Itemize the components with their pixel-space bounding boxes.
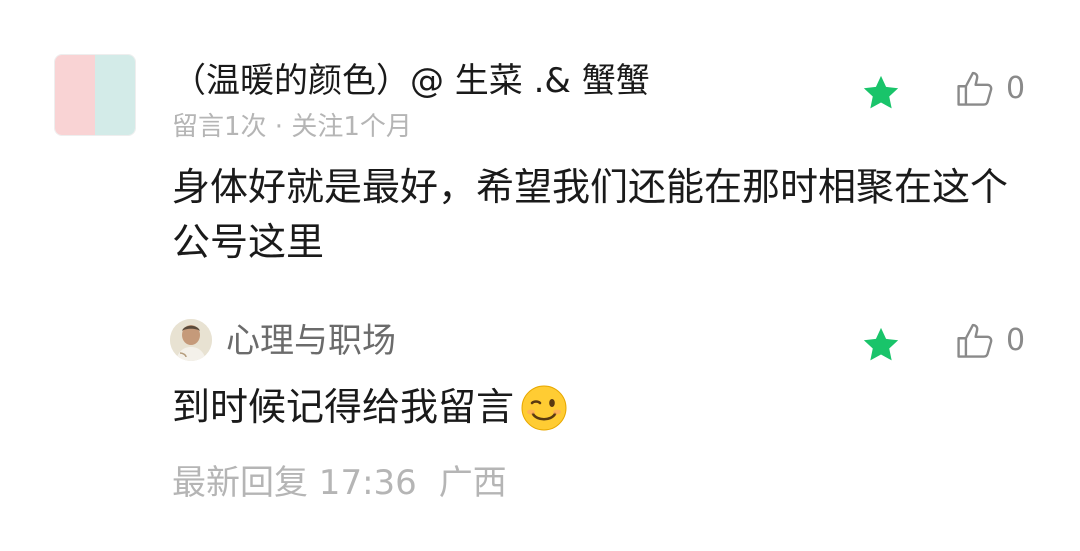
reply-author-name[interactable]: 心理与职场	[226, 318, 396, 364]
reply-text: 到时候记得给我留言	[172, 385, 515, 429]
avatar-left-block	[55, 55, 95, 135]
reply-like-count: 0	[1006, 323, 1026, 358]
comment-like-count: 0	[1006, 71, 1026, 106]
reply-location: 广西	[438, 463, 507, 503]
thumbs-up-icon	[957, 323, 993, 358]
reply-footer: 最新回复 17:36 广西	[172, 460, 507, 506]
reply-timestamp: 最新回复 17:36	[172, 463, 417, 503]
commenter-avatar[interactable]	[54, 54, 136, 136]
winking-face-emoji	[521, 385, 567, 430]
reply-like-button[interactable]: 0	[954, 318, 1025, 364]
star-icon	[863, 75, 899, 109]
comment-text: 身体好就是最好，希望我们还能在那时相聚在这个公号这里	[172, 165, 1009, 264]
commenter-name[interactable]: （温暖的颜色）@ 生菜 .& 蟹蟹	[172, 58, 650, 104]
commenter-meta: 留言1次 · 关注1个月	[172, 112, 412, 142]
person-photo-icon	[170, 319, 212, 361]
star-icon	[863, 327, 899, 361]
comment-like-button[interactable]: 0	[954, 66, 1025, 112]
reply-text-row: 到时候记得给我留言	[172, 380, 568, 435]
thumbs-up-icon	[957, 71, 993, 106]
avatar-right-block	[95, 55, 135, 135]
reply-author-avatar[interactable]	[170, 319, 212, 361]
